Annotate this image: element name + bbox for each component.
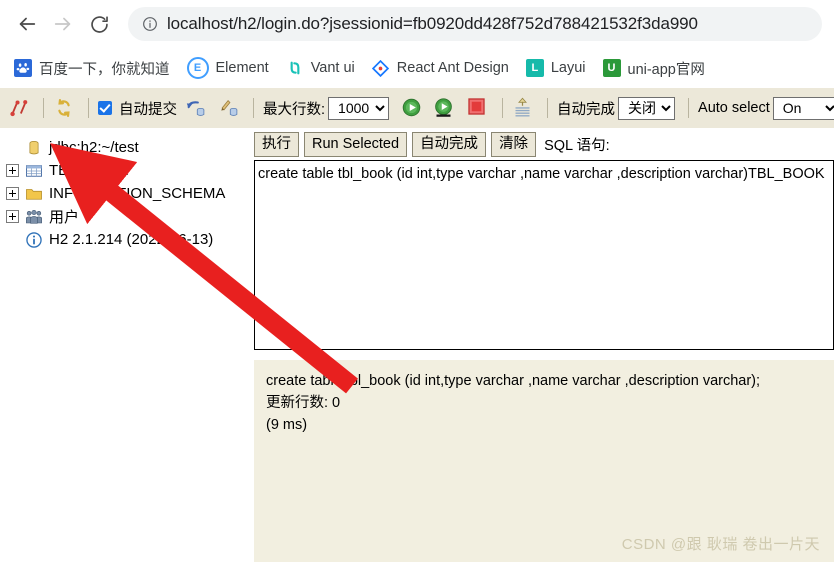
sql-button-row: 执行 Run Selected 自动完成 清除 SQL 语句: [250,128,834,160]
tree-item-label: jdbc:h2:~/test [49,139,139,156]
result-line-statement: create table tbl_book (id int,type varch… [266,373,761,389]
sql-statement-label: SQL 语句: [544,138,610,154]
tree-item-label: H2 2.1.214 (2022-06-13) [49,231,214,248]
browser-chrome: localhost/h2/login.do?jsessionid=fb0920d… [0,0,834,88]
result-output-panel: create table tbl_book (id int,type varch… [254,360,834,562]
element-ui-glyph: E [193,62,202,74]
checkbox-checked-icon [98,101,112,115]
autocomplete-label: 自动完成 [557,101,616,118]
sql-editor-value: create table tbl_book (id int,type varch… [258,166,825,182]
commit-icon [218,97,240,119]
disconnect-icon [8,97,30,119]
toolbar-separator [502,98,504,118]
disconnect-button[interactable] [8,97,30,119]
main-content: jdbc:h2:~/test TBL_BOOK INFORMATION_SCHE… [0,128,834,562]
rollback-button[interactable] [185,97,207,119]
tree-item-tbl-book[interactable]: TBL_BOOK [6,159,250,182]
expander-icon[interactable] [6,164,19,177]
run-selected-button[interactable]: Run Selected [304,132,408,157]
bookmark-react-ant-design[interactable]: React Ant Design [371,59,509,77]
database-icon [25,139,43,157]
autocommit-checkbox[interactable]: 自动提交 [98,98,177,119]
users-icon [25,208,43,226]
autoselect-group: Auto select On [698,96,834,120]
clear-output-icon [512,97,534,119]
run-button[interactable]: 执行 [254,132,299,157]
folder-icon [25,185,43,203]
reload-icon[interactable] [84,9,114,39]
commit-button[interactable] [218,97,240,119]
back-arrow-icon[interactable] [12,9,42,39]
maxrows-label: 最大行数: [263,101,326,118]
bookmark-label: Element [215,60,269,76]
bookmark-vant[interactable]: Vant ui [285,59,355,77]
forward-arrow-icon[interactable] [48,9,78,39]
toolbar-separator [43,98,44,118]
run-selected-button-toolbar[interactable] [433,97,455,119]
refresh-button[interactable] [53,97,75,119]
bookmark-element[interactable]: E Element [186,57,269,79]
database-tree-sidebar: jdbc:h2:~/test TBL_BOOK INFORMATION_SCHE… [0,128,250,562]
tree-item-users[interactable]: 用户 [6,205,250,228]
bookmark-label: uni-app官网 [627,61,705,78]
vant-ui-icon [285,59,304,77]
browser-toolbar: localhost/h2/login.do?jsessionid=fb0920d… [0,0,834,48]
baidu-paw-icon [14,59,32,77]
info-icon [25,231,43,249]
maxrows-select[interactable]: 1000 [328,96,390,120]
bookmarks-bar: 百度一下，你就知道 E Element Vant ui React Ant De… [0,48,834,88]
expander-icon[interactable] [6,187,19,200]
bookmark-layui[interactable]: L Layui [525,59,586,77]
uniapp-glyph: U [607,62,616,74]
ant-design-icon [371,59,390,77]
tree-item-information-schema[interactable]: INFORMATION_SCHEMA [6,182,250,205]
stop-button[interactable] [467,97,489,119]
run-button-toolbar[interactable] [401,97,423,119]
address-bar[interactable]: localhost/h2/login.do?jsessionid=fb0920d… [128,7,822,41]
maxrows-group: 最大行数: 1000 [263,96,390,120]
csdn-watermark: CSDN @跟 耿瑞 卷出一片天 [621,536,820,553]
rollback-icon [185,97,207,119]
tree-item-version[interactable]: H2 2.1.214 (2022-06-13) [6,228,250,251]
tree-item-label: TBL_BOOK [49,162,129,179]
run-icon [401,97,423,119]
refresh-icon [53,97,75,119]
clear-button[interactable]: 清除 [491,132,537,157]
uniapp-icon: U [602,59,621,77]
h2-toolbar: 自动提交 最大行数: 1000 自动完成 关闭 Auto select On [0,88,834,128]
autoselect-select[interactable]: On [772,96,834,120]
info-circle-icon[interactable] [142,16,158,32]
autocomplete-button[interactable]: 自动完成 [412,132,487,157]
bookmark-label: Vant ui [310,60,355,76]
result-line-duration: (9 ms) [266,417,308,433]
toolbar-separator [88,98,89,118]
clear-output-button[interactable] [512,97,534,119]
bookmark-label: React Ant Design [396,60,509,76]
tree-item-label: INFORMATION_SCHEMA [49,185,226,202]
url-text: localhost/h2/login.do?jsessionid=fb0920d… [167,14,698,33]
toolbar-separator [688,98,690,118]
layui-icon: L [525,59,544,77]
tree-item-label: 用户 [49,209,80,226]
bookmark-baidu[interactable]: 百度一下，你就知道 [14,58,170,79]
expander-icon[interactable] [6,210,19,223]
sql-editor[interactable]: create table tbl_book (id int,type varch… [254,160,834,350]
autocomplete-select[interactable]: 关闭 [618,96,676,120]
tree-item-connection[interactable]: jdbc:h2:~/test [6,136,250,159]
element-ui-icon: E [186,57,209,79]
stop-icon [467,97,489,119]
autoselect-label: Auto select [698,100,770,116]
result-line-updatecount: 更新行数: 0 [266,395,341,411]
table-icon [25,162,43,180]
sql-workspace: 执行 Run Selected 自动完成 清除 SQL 语句: create t… [250,128,834,562]
bookmark-uniapp[interactable]: U uni-app官网 [602,58,705,79]
autocomplete-group: 自动完成 关闭 [557,96,676,120]
toolbar-separator [253,98,254,118]
autocommit-label: 自动提交 [119,101,177,118]
toolbar-separator [547,98,549,118]
run-selected-icon [433,97,455,119]
bookmark-label: Layui [550,60,586,76]
bookmark-label: 百度一下，你就知道 [39,61,170,78]
layui-glyph: L [531,62,539,74]
